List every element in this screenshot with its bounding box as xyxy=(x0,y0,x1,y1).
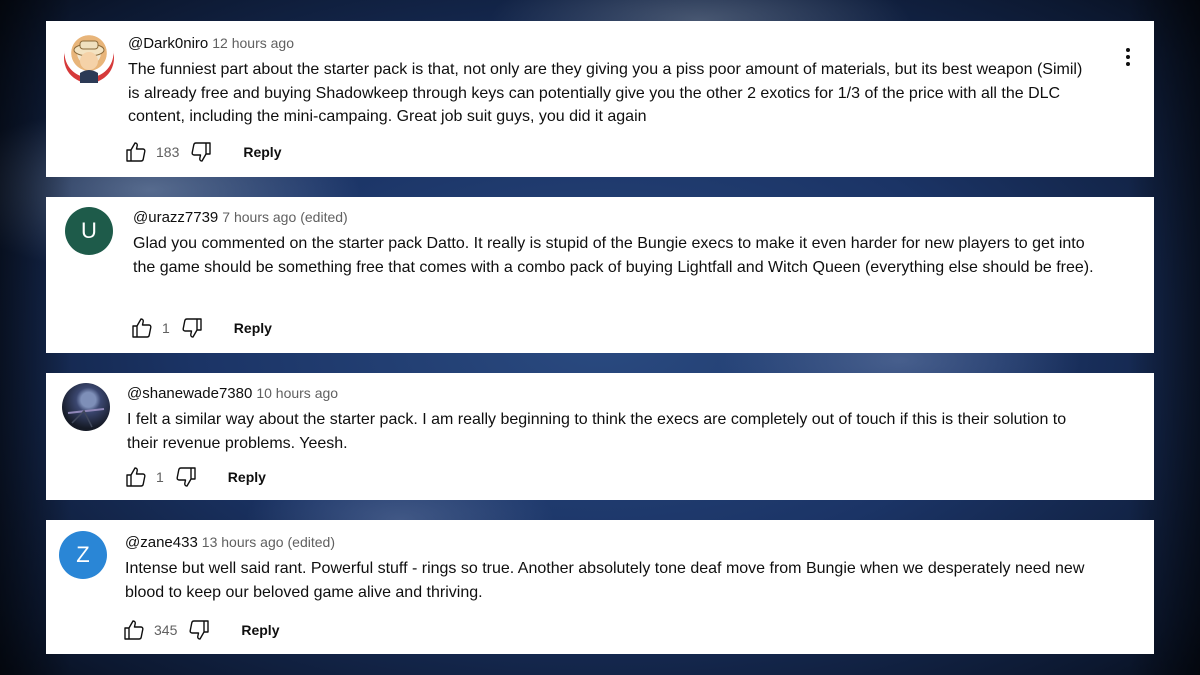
like-count: 1 xyxy=(162,320,170,336)
comment-text: Intense but well said rant. Powerful stu… xyxy=(125,560,1085,601)
comment-timestamp[interactable]: 12 hours ago xyxy=(212,35,294,51)
thumbs-down-icon xyxy=(189,620,210,640)
thumbs-up-icon xyxy=(132,318,152,338)
more-options-icon[interactable] xyxy=(1118,45,1138,69)
comment-card: U @urazz7739 7 hours ago (edited) Glad you… xyxy=(46,197,1154,353)
reply-button[interactable]: Reply xyxy=(228,469,266,485)
edited-label: (edited) xyxy=(287,534,335,550)
reply-button[interactable]: Reply xyxy=(241,622,279,638)
avatar-letter: U xyxy=(81,218,97,243)
reply-button[interactable]: Reply xyxy=(234,320,272,336)
comment-card: @Dark0niro 12 hours ago The funniest part… xyxy=(46,21,1154,177)
thumbs-up-icon xyxy=(124,620,144,640)
dislike-button[interactable] xyxy=(174,465,198,489)
dislike-button[interactable] xyxy=(189,140,213,164)
comment-text: I felt a similar way about the starter p… xyxy=(127,411,1067,452)
comment-author[interactable]: @urazz7739 xyxy=(133,209,218,226)
thumbs-down-icon xyxy=(176,467,196,487)
like-count: 345 xyxy=(154,622,178,638)
like-button[interactable] xyxy=(122,618,146,642)
like-count: 1 xyxy=(156,469,164,485)
avatar[interactable] xyxy=(64,33,114,83)
photo-avatar-icon xyxy=(67,408,105,428)
dislike-button[interactable] xyxy=(187,618,211,642)
like-button[interactable] xyxy=(130,316,154,340)
comment-author[interactable]: @zane433 xyxy=(125,534,198,551)
dislike-button[interactable] xyxy=(180,316,204,340)
comment-text: The funniest part about the starter pack… xyxy=(128,61,1083,125)
like-button[interactable] xyxy=(124,465,148,489)
thumbs-down-icon xyxy=(191,142,212,162)
avatar-letter: Z xyxy=(76,542,90,567)
cartoon-character-avatar-icon xyxy=(73,40,105,83)
thumbs-up-icon xyxy=(126,142,146,162)
comment-author[interactable]: @Dark0niro xyxy=(128,35,208,52)
avatar[interactable]: U xyxy=(65,207,113,255)
like-count: 183 xyxy=(156,144,180,160)
comment-timestamp[interactable]: 13 hours ago xyxy=(202,534,284,550)
comment-timestamp[interactable]: 7 hours ago xyxy=(222,209,296,225)
like-button[interactable] xyxy=(124,140,148,164)
comment-card: @shanewade7380 10 hours ago I felt a simi… xyxy=(46,373,1154,500)
comment-author[interactable]: @shanewade7380 xyxy=(127,385,252,402)
comment-timestamp[interactable]: 10 hours ago xyxy=(256,385,338,401)
comment-text: Glad you commented on the starter pack D… xyxy=(133,235,1094,276)
reply-button[interactable]: Reply xyxy=(243,144,281,160)
avatar[interactable]: Z xyxy=(59,531,107,579)
thumbs-up-icon xyxy=(126,467,146,487)
avatar[interactable] xyxy=(62,383,110,431)
thumbs-down-icon xyxy=(182,318,202,338)
comment-card: Z @zane433 13 hours ago (edited) Intense b… xyxy=(46,520,1154,654)
edited-label: (edited) xyxy=(300,209,348,225)
